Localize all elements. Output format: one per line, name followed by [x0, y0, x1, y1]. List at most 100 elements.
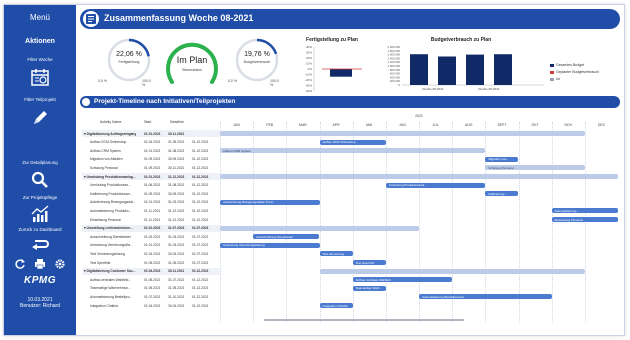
y-tick-label: -40% [305, 89, 312, 93]
gantt-bar[interactable] [220, 174, 618, 179]
refresh-icon[interactable] [14, 258, 26, 270]
gantt-bar[interactable]: Aufbau zentrales Wahlfeld [352, 277, 453, 283]
activity-name: Integration Chatbot [90, 303, 119, 308]
activity-end: 31.12.2021 [168, 217, 185, 222]
y-tick-label: -10% [305, 73, 312, 77]
activity-deadline: 01.12.2021 [192, 286, 209, 291]
activity-deadline: 01.12.2021 [192, 140, 209, 145]
gantt-bar[interactable]: Automatisierung... [551, 208, 618, 214]
activity-row[interactable]: Automatisierung Bestellpro... 01.07.2021 3… [82, 293, 220, 300]
activity-deadline: 01.07.2021 [192, 243, 209, 248]
return-arrow-icon[interactable] [30, 235, 50, 255]
user-label: Benutzer: Richard [19, 303, 61, 309]
gantt-bar[interactable] [220, 225, 419, 231]
pencil-icon[interactable] [30, 108, 50, 128]
gantt-bar[interactable]: Migration von... [485, 156, 519, 162]
gantt-bar[interactable]: Integration Chatbot [319, 303, 353, 308]
timeline-header: Projekt-Timeline nach Initiativen/Teilpr… [80, 96, 620, 108]
y-tick-label: 0% [308, 67, 313, 71]
activity-row[interactable]: Schulung Personal 01.09.2021 30.11.2021 01.… [82, 164, 220, 171]
activity-row[interactable]: Aufzeichnung Bewegungsdat... 01.01.2021 31… [82, 199, 220, 206]
activity-row[interactable]: Migration von Altdaten 01.09.2021 30.09.20… [82, 156, 220, 163]
activity-row[interactable]: Teamseitige Wahrnehmun... 01.05.2021 31.05… [82, 285, 220, 292]
activity-row[interactable]: Aufbau SCM Onlineshop 01.04.2021 31.05.202… [82, 139, 220, 146]
activity-row[interactable]: Aufbau CRM System 01.01.2021 31.08.2021 01.… [82, 147, 220, 154]
activity-end: 31.08.2021 [168, 183, 185, 188]
activity-row[interactable]: Test Vernetzungslösung 01.04.2021 30.04.20… [82, 250, 220, 257]
gantt-bar[interactable]: Aufbau CRM System [220, 148, 486, 154]
activity-deadline: 01.12.2021 [192, 208, 209, 213]
gantt-bar-label: Umrüstung Produktionsanl... [388, 183, 427, 188]
gantt-bar[interactable]: Umsetzung Vernetzungslösung [220, 242, 320, 248]
activity-row[interactable]: Einweisung Personal 01.11.2021 31.12.2021 0… [82, 216, 220, 223]
budget-min: 0,0 % [228, 79, 237, 83]
activity-deadline: 01.12.2021 [192, 277, 209, 282]
horizontal-scrollbar[interactable] [264, 319, 464, 321]
gantt-bar-label: Ausschreibung Dienstleister [256, 234, 294, 239]
legend-item-ist: Ist [550, 77, 599, 81]
search-icon[interactable] [30, 170, 50, 190]
activity-end: 31.08.2021 [168, 148, 185, 153]
activity-name: Test Vernetzungslösung [90, 251, 126, 256]
activity-row[interactable]: Kalibrierung Produktionsan... 01.09.2021 3… [82, 190, 220, 197]
gantt-bar[interactable]: Einweisung Personal [551, 217, 618, 222]
y-tick-label: 30% [306, 51, 312, 55]
activity-name: Test Sperrfrist [90, 260, 111, 265]
gantt-bar[interactable]: Teamseitige Wahr... [352, 285, 386, 291]
gantt-bar[interactable]: Kalibrierung... [485, 191, 519, 197]
group-row[interactable]: ▾ Digitalisierung Customer Suc... 01.04.2… [82, 267, 220, 275]
gantt-bar[interactable]: Test Vernetzung [319, 251, 353, 257]
activity-start: 01.06.2021 [144, 183, 161, 188]
activity-end: 31.07.2021 [168, 277, 185, 282]
filter-week-label: Filter Woche [27, 57, 53, 62]
activity-row[interactable]: Test Sperrfrist 01.05.2021 31.05.2021 01.07… [82, 259, 220, 266]
current-date: 10.03.2021 Benutzer: Richard [19, 297, 61, 309]
group-row[interactable]: ▾ Digitalisierung Auftragseingang 01.01.2… [82, 130, 220, 137]
calendar-icon[interactable] [30, 67, 50, 87]
completion-bar [330, 69, 352, 77]
activity-row[interactable]: Umrüstung Produktionsan... 01.06.2021 31.0… [82, 182, 220, 189]
activity-end: 30.09.2021 [168, 191, 185, 196]
completion-vs-plan-chart: Fertigstellung zu Plan 40% 30% 20% 10% 0% -10… [292, 35, 372, 93]
print-icon[interactable] [34, 258, 46, 270]
filter-subproject-label: Filter Teilprojekt [24, 97, 56, 102]
gantt-bar[interactable]: Ausschreibung Dienstleister [253, 234, 320, 240]
gantt-bar[interactable]: Automatisierung Bestellprozess [419, 294, 552, 300]
gantt-bar[interactable] [220, 131, 585, 136]
dashboard-icon [83, 11, 99, 27]
month-gridline [584, 122, 586, 322]
activity-start: 01.07.2021 [144, 294, 161, 299]
activity-name: Teamseitige Wahrnehmun... [90, 286, 131, 291]
activity-end: 31.07.2021 [168, 226, 185, 231]
activity-row[interactable]: Automatisierung Produktio... 01.11.2021 31… [82, 207, 220, 214]
activity-row[interactable]: Integration Chatbot 01.04.2021 30.04.2021 0… [82, 302, 220, 309]
gantt-bar[interactable]: Aufbau SCM Onlineshop [319, 139, 386, 145]
activity-deadline: 01.07.2021 [192, 234, 209, 239]
gantt-bar[interactable]: Umrüstung Produktionsanl... [385, 182, 486, 188]
activity-deadline: 01.12.2021 [192, 200, 209, 205]
activity-row[interactable]: Ausschreibung Dienstleister 01.02.2021 31.… [82, 233, 220, 240]
activity-end: 31.12.2021 [168, 174, 185, 179]
group-row[interactable]: ▾ Umrüstung Produktionsanlag... 01.01.202… [82, 173, 220, 180]
activity-row[interactable]: Aufbau zentrales Wahlfeld... 01.05.2021 31… [82, 276, 220, 283]
timeline-icon [82, 98, 90, 106]
chart-icon[interactable] [30, 204, 50, 224]
activity-start: 01.04.2021 [144, 269, 161, 274]
month-label: DEZ [597, 123, 605, 127]
month-label: JUN [399, 123, 406, 127]
completion-value: 22,06 % [116, 51, 142, 58]
gantt-bar[interactable] [319, 268, 585, 274]
gantt-bar[interactable]: Test Sperrfrist [352, 260, 386, 265]
activity-row[interactable]: Umsetzung Vernetzungslös... 01.01.2021 31.… [82, 242, 220, 249]
activity-name: Aufbau SCM Onlineshop [90, 140, 127, 145]
activity-deadline: 01.12.2021 [192, 217, 209, 222]
activity-deadline: 01.12.2021 [192, 269, 209, 274]
settings-icon[interactable] [54, 258, 66, 270]
timeline-title: Projekt-Timeline nach Initiativen/Teilpr… [94, 98, 236, 105]
gantt-bar[interactable]: Aufzeichnung Bewegungsdaten Prod... [220, 199, 320, 205]
gantt-bar[interactable]: Schulung Personal [485, 165, 585, 171]
sidebar: Menü Aktionen Filter Woche Filter Teilpr… [4, 5, 76, 335]
group-row[interactable]: ▾ Umstellung Lieferantenkom... 01.01.2021… [82, 224, 220, 232]
gantt-bar-label: Einweisung Personal [554, 217, 583, 222]
menu-label: Menü [29, 13, 50, 22]
